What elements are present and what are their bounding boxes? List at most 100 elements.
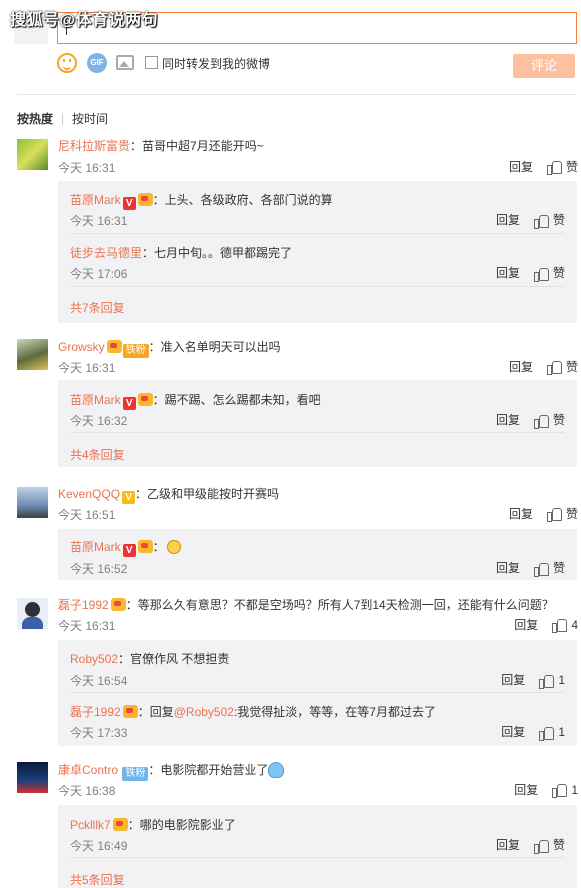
like-count[interactable]: 1 <box>571 783 578 797</box>
username-link[interactable]: KevenQQQ <box>58 487 120 501</box>
reply-button[interactable]: 回复 <box>496 213 520 227</box>
like-button[interactable]: 赞 <box>553 213 565 227</box>
reply-actions: 回复 赞 <box>496 559 565 577</box>
reply-button[interactable]: 回复 <box>496 266 520 280</box>
username-link[interactable]: 磊子1992 <box>58 598 109 612</box>
reply-body: ：哪的电影院影业了 <box>127 818 236 832</box>
thumbs-up-icon[interactable] <box>546 507 562 522</box>
reply-item: 磊子1992 ：回复@Roby502:我觉得扯淡，等等，在等7月都过去了 今天 1… <box>70 693 565 746</box>
repost-checkbox[interactable] <box>145 56 158 69</box>
reply-item: 徒步去马德里：七月中旬。。德甲都踢完了 今天 17:06 回复 赞 <box>70 234 565 287</box>
username-link[interactable]: 康卓Contro <box>58 763 118 777</box>
verified-v-icon: V <box>122 397 136 410</box>
reply-button[interactable]: 回复 <box>514 616 538 633</box>
comment-text: 康卓Contro 铁粉 ：电影院都开始营业了 <box>58 761 285 781</box>
avatar[interactable] <box>17 487 48 518</box>
sort-by-time-tab[interactable]: 按时间 <box>72 112 108 126</box>
like-button[interactable]: 赞 <box>553 838 565 852</box>
avatar[interactable] <box>17 139 48 170</box>
like-button[interactable]: 赞 <box>553 266 565 280</box>
thumbs-up-icon[interactable] <box>533 839 549 854</box>
comment-actions: 回复 1 <box>514 781 578 798</box>
username-link[interactable]: 苗原Mark <box>70 540 121 554</box>
thumbs-up-icon[interactable] <box>552 783 568 798</box>
reply-button[interactable]: 回复 <box>514 781 538 798</box>
reply-actions: 回复 赞 <box>496 411 565 429</box>
username-link[interactable]: 磊子1992 <box>70 705 121 719</box>
avatar[interactable] <box>17 762 48 793</box>
comment-body: ：等那么久有意思？不都是空场吗？所有人7到14天检测一回，还能有什么问题？ <box>125 598 554 612</box>
thumbs-up-icon[interactable] <box>552 618 568 633</box>
reply-body: :我觉得扯淡，等等，在等7月都过去了 <box>233 705 436 719</box>
reply-button[interactable]: 回复 <box>509 158 533 175</box>
image-icon[interactable] <box>116 55 134 70</box>
reply-button[interactable]: 回复 <box>509 505 533 522</box>
comment-text: Growsky 铁粉 ：准入名单明天可以出吗 <box>58 338 281 358</box>
member-crown-icon <box>110 598 126 611</box>
reply-time: 今天 17:06 <box>70 267 128 281</box>
reply-body: ：踢不踢、怎么踢都未知，看吧 <box>152 393 321 407</box>
reply-body: ：七月中旬。。德甲都踢完了 <box>142 246 293 260</box>
thumbs-up-icon[interactable] <box>539 674 555 689</box>
submit-comment-button[interactable]: 评论 <box>513 54 575 78</box>
comment-page: 搜狐号@体育说两句 GIF 同时转发到我的微博 评论 按热度 按时间 尼科拉斯富贵… <box>0 0 581 888</box>
fan-badge: 铁粉 <box>122 344 149 358</box>
more-replies-link[interactable]: 共5条回复 <box>70 871 125 888</box>
thumbs-up-icon[interactable] <box>533 562 549 577</box>
mention-link[interactable]: @Roby502 <box>174 705 234 719</box>
reply-button[interactable]: 回复 <box>496 413 520 427</box>
more-replies-link[interactable]: 共7条回复 <box>70 299 125 316</box>
like-button[interactable]: 赞 <box>566 158 578 175</box>
reply-time: 今天 16:49 <box>70 839 128 853</box>
like-count[interactable]: 1 <box>558 673 565 687</box>
like-button[interactable]: 赞 <box>566 358 578 375</box>
reply-button[interactable]: 回复 <box>501 725 525 739</box>
reply-button[interactable]: 回复 <box>501 673 525 687</box>
gif-icon[interactable]: GIF <box>87 53 107 73</box>
more-replies-link[interactable]: 共4条回复 <box>70 446 125 463</box>
thumbs-up-icon[interactable] <box>539 726 555 741</box>
username-link[interactable]: Roby502 <box>70 652 118 666</box>
comment-actions: 回复 赞 <box>509 505 578 522</box>
comment-text: KevenQQQ V ：乙级和甲级能按时开赛吗 <box>58 485 279 504</box>
like-button[interactable]: 赞 <box>566 505 578 522</box>
reply-time: 今天 17:33 <box>70 726 128 740</box>
thumbs-up-icon[interactable] <box>533 214 549 229</box>
like-button[interactable]: 赞 <box>553 561 565 575</box>
like-count[interactable]: 1 <box>558 725 565 739</box>
reply-button[interactable]: 回复 <box>509 358 533 375</box>
face-emoji-icon <box>268 762 285 778</box>
thumbs-up-icon[interactable] <box>533 414 549 429</box>
username-link[interactable]: 尼科拉斯富贵 <box>58 139 130 153</box>
username-link[interactable]: 徒步去马德里 <box>70 246 142 260</box>
username-link[interactable]: Growsky <box>58 340 105 354</box>
verified-v-icon: V <box>122 491 136 504</box>
avatar[interactable] <box>17 598 48 629</box>
member-crown-icon <box>137 540 153 553</box>
reply-button[interactable]: 回复 <box>496 838 520 852</box>
thumbs-up-icon[interactable] <box>546 160 562 175</box>
divider <box>17 94 577 95</box>
sort-by-hot-tab[interactable]: 按热度 <box>17 112 53 126</box>
like-count[interactable]: 4 <box>571 618 578 632</box>
thumbs-up-icon[interactable] <box>533 267 549 282</box>
avatar[interactable] <box>17 339 48 370</box>
comment-actions: 回复 赞 <box>509 158 578 175</box>
username-link[interactable]: Pcklllk7 <box>70 818 111 832</box>
emoji-icon[interactable] <box>57 53 77 73</box>
reply-item: 苗原Mark V ：踢不踢、怎么踢都未知，看吧 今天 16:32 回复 赞 <box>70 380 565 433</box>
reply-divider <box>70 432 565 433</box>
username-link[interactable]: 苗原Mark <box>70 193 121 207</box>
member-crown-icon <box>137 193 153 206</box>
member-crown-icon <box>106 340 122 353</box>
reply-box: 苗原Mark V ：踢不踢、怎么踢都未知，看吧 今天 16:32 回复 赞 共4条回复 <box>58 380 577 467</box>
reply-actions: 回复 赞 <box>496 264 565 282</box>
username-link[interactable]: 苗原Mark <box>70 393 121 407</box>
comment-body: ：准入名单明天可以出吗 <box>148 340 281 354</box>
like-button[interactable]: 赞 <box>553 413 565 427</box>
thumbs-up-icon[interactable] <box>546 360 562 375</box>
reply-body: ： <box>152 540 165 554</box>
comment-body: ：电影院都开始营业了 <box>148 763 269 777</box>
reply-item: 苗原Mark V ：上头、各级政府、各部门说的算 今天 16:31 回复 赞 <box>70 181 565 234</box>
reply-button[interactable]: 回复 <box>496 561 520 575</box>
